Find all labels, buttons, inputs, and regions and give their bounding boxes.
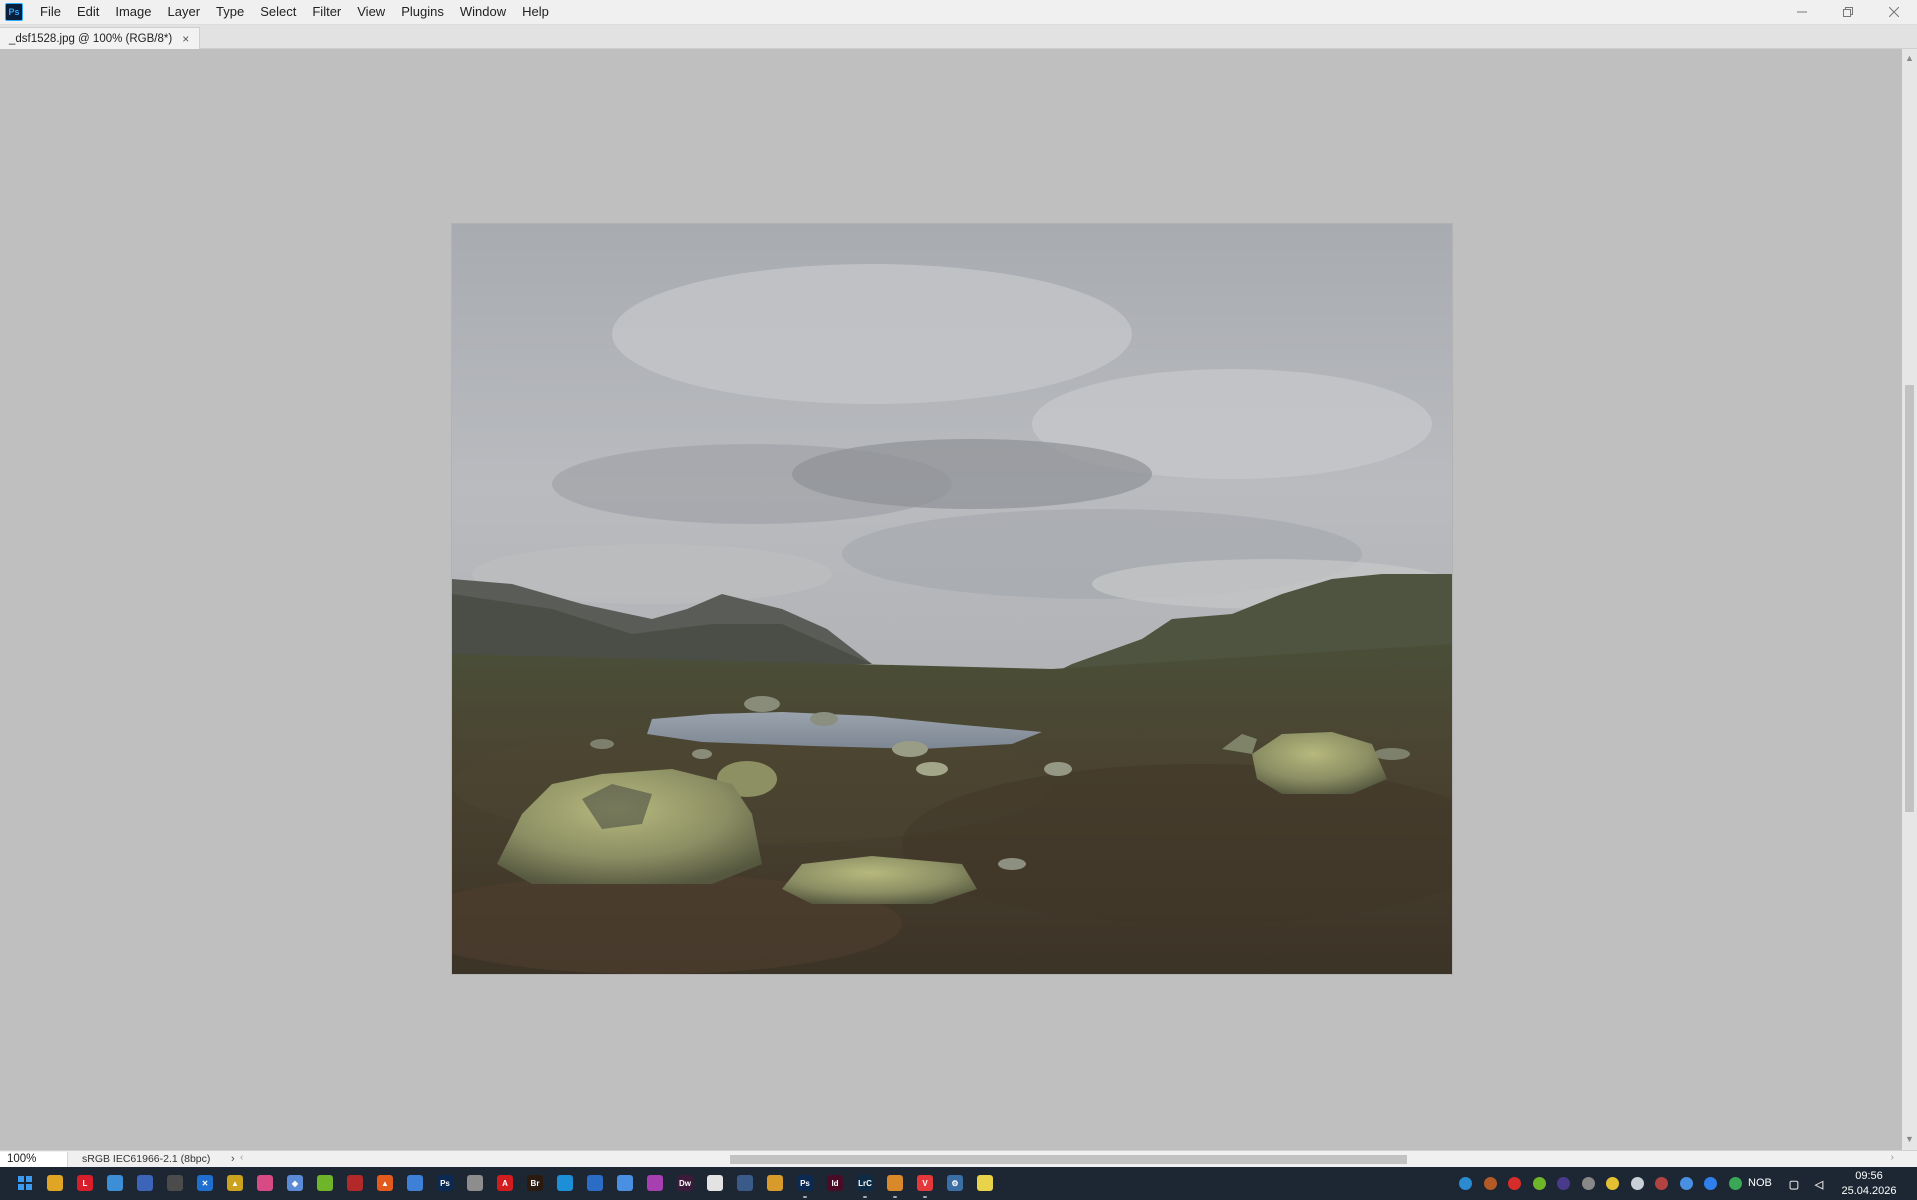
running-indicator <box>803 1196 807 1198</box>
tray-3-icon[interactable] <box>1508 1177 1521 1190</box>
menu-select[interactable]: Select <box>252 0 304 24</box>
edge-icon[interactable] <box>557 1175 573 1191</box>
menu-edit[interactable]: Edit <box>69 0 107 24</box>
settings-icon[interactable]: ⚙ <box>947 1175 963 1191</box>
menu-layer[interactable]: Layer <box>160 0 209 24</box>
nvidia-icon[interactable] <box>317 1175 333 1191</box>
menu-filter[interactable]: Filter <box>304 0 349 24</box>
restore-button[interactable] <box>1825 0 1871 24</box>
tray-10-icon[interactable] <box>1679 1177 1693 1190</box>
close-window-button[interactable] <box>1871 0 1917 24</box>
indesign-icon[interactable]: Id <box>827 1175 843 1191</box>
menu-file[interactable]: File <box>32 0 69 24</box>
app-pen-icon[interactable] <box>467 1175 483 1191</box>
horizontal-scrollbar[interactable]: ‹ › <box>238 1151 1898 1167</box>
menu-view[interactable]: View <box>349 0 393 24</box>
lightroom-classic-icon[interactable]: LrC <box>857 1175 873 1191</box>
tab-close-icon[interactable]: × <box>182 32 189 46</box>
zoom-level-field[interactable]: 100% <box>0 1151 68 1167</box>
app-bulb-icon[interactable] <box>977 1175 993 1191</box>
start-icon[interactable] <box>17 1175 33 1191</box>
landscape-photo <box>452 224 1452 974</box>
document-tab-bar: _dsf1528.jpg @ 100% (RGB/8*) × <box>0 25 1917 49</box>
app-doc-icon[interactable] <box>587 1175 603 1191</box>
status-menu-arrow-icon[interactable]: › <box>231 1153 235 1165</box>
vertical-scrollbar[interactable]: ▲ ▼ <box>1902 49 1917 1150</box>
scroll-up-arrow-icon[interactable]: ▲ <box>1905 53 1914 63</box>
tray-8-icon[interactable] <box>1630 1177 1644 1190</box>
tray-6-icon[interactable] <box>1581 1177 1595 1190</box>
tray-5-icon[interactable] <box>1557 1177 1570 1190</box>
app-x-icon[interactable]: ✕ <box>197 1175 213 1191</box>
document-profile-info: sRGB IEC61966-2.1 (8bpc) <box>82 1153 211 1165</box>
photoshop-logo-icon[interactable]: Ps <box>5 3 23 21</box>
file-explorer-icon[interactable] <box>47 1175 63 1191</box>
acrobat-icon[interactable]: A <box>497 1175 513 1191</box>
bridge-icon[interactable]: Br <box>527 1175 543 1191</box>
horizontal-scroll-thumb[interactable] <box>730 1155 1407 1164</box>
volume-icon[interactable]: ◁ <box>1811 1176 1827 1192</box>
app-card-icon[interactable] <box>737 1175 753 1191</box>
menu-image[interactable]: Image <box>107 0 159 24</box>
app-bag-icon[interactable] <box>887 1175 903 1191</box>
windows-taskbar: L ✕ ▲ ◆ ▲ Ps A Br Dw Ps Id LrC V ⚙ ▢ ◁ NOB 09:56 25.04… <box>0 1167 1917 1200</box>
dreamweaver-icon[interactable]: Dw <box>677 1175 693 1191</box>
app-orange-icon[interactable]: ▲ <box>377 1175 393 1191</box>
tray-4-icon[interactable] <box>1532 1177 1546 1190</box>
scroll-right-arrow-icon[interactable]: › <box>1891 1152 1894 1163</box>
tray-12-icon[interactable] <box>1728 1177 1742 1190</box>
clock-time: 09:56 <box>1855 1170 1883 1182</box>
running-indicator <box>923 1196 927 1198</box>
menu-items: File Edit Image Layer Type Select Filter View Pl… <box>32 0 557 24</box>
app-yellow-icon[interactable]: ▲ <box>227 1175 243 1191</box>
menu-help[interactable]: Help <box>514 0 557 24</box>
menu-type[interactable]: Type <box>208 0 252 24</box>
close-icon <box>1889 7 1899 17</box>
vertical-scroll-thumb[interactable] <box>1905 385 1914 812</box>
canvas-area[interactable] <box>0 49 1902 1150</box>
app-page-icon[interactable] <box>617 1175 633 1191</box>
vivaldi-icon[interactable]: V <box>917 1175 933 1191</box>
tray-2-icon[interactable] <box>1483 1177 1497 1190</box>
lr-icon[interactable]: L <box>77 1175 93 1191</box>
running-indicator <box>863 1196 867 1198</box>
status-bar: 100% sRGB IEC61966-2.1 (8bpc) › ‹ › <box>0 1150 1917 1167</box>
app-chat-icon[interactable] <box>407 1175 423 1191</box>
clock-date: 25.04.2026 <box>1841 1185 1897 1197</box>
running-indicator <box>893 1196 897 1198</box>
minimize-icon <box>1797 11 1807 13</box>
restore-icon <box>1843 7 1853 17</box>
scroll-left-arrow-icon[interactable]: ‹ <box>240 1152 243 1163</box>
photoshop-icon[interactable]: Ps <box>437 1175 453 1191</box>
menu-bar: Ps File Edit Image Layer Type Select Filter Vie… <box>0 0 1917 25</box>
tray-1-icon[interactable] <box>1459 1177 1472 1190</box>
clock[interactable]: 09:56 25.04.2026 <box>1834 1169 1904 1199</box>
menu-plugins[interactable]: Plugins <box>393 0 452 24</box>
minimize-button[interactable] <box>1779 0 1825 24</box>
obs-icon[interactable] <box>167 1175 183 1191</box>
document-tab-title: _dsf1528.jpg @ 100% (RGB/8*) <box>9 32 173 45</box>
menu-window[interactable]: Window <box>452 0 514 24</box>
app-blue-icon[interactable] <box>137 1175 153 1191</box>
document-image[interactable] <box>452 224 1452 974</box>
tray-11-icon[interactable] <box>1704 1177 1717 1190</box>
app-diamond-icon[interactable]: ◆ <box>287 1175 303 1191</box>
document-tab[interactable]: _dsf1528.jpg @ 100% (RGB/8*) × <box>0 27 201 49</box>
scroll-down-arrow-icon[interactable]: ▼ <box>1905 1134 1914 1144</box>
tray-7-icon[interactable] <box>1606 1177 1619 1190</box>
photoshop-2-icon[interactable]: Ps <box>797 1175 813 1191</box>
app-folder-icon[interactable] <box>767 1175 783 1191</box>
input-language-indicator[interactable]: NOB <box>1748 1177 1772 1189</box>
app-chrome-icon[interactable] <box>707 1175 723 1191</box>
notification-icon[interactable]: ▢ <box>1786 1176 1802 1192</box>
window-controls <box>1779 0 1917 24</box>
tray-9-icon[interactable] <box>1655 1177 1668 1190</box>
remote-desktop-icon[interactable] <box>107 1175 123 1191</box>
app-red-circle-icon[interactable] <box>347 1175 363 1191</box>
app-purple-icon[interactable] <box>647 1175 663 1191</box>
app-photos-icon[interactable] <box>257 1175 273 1191</box>
